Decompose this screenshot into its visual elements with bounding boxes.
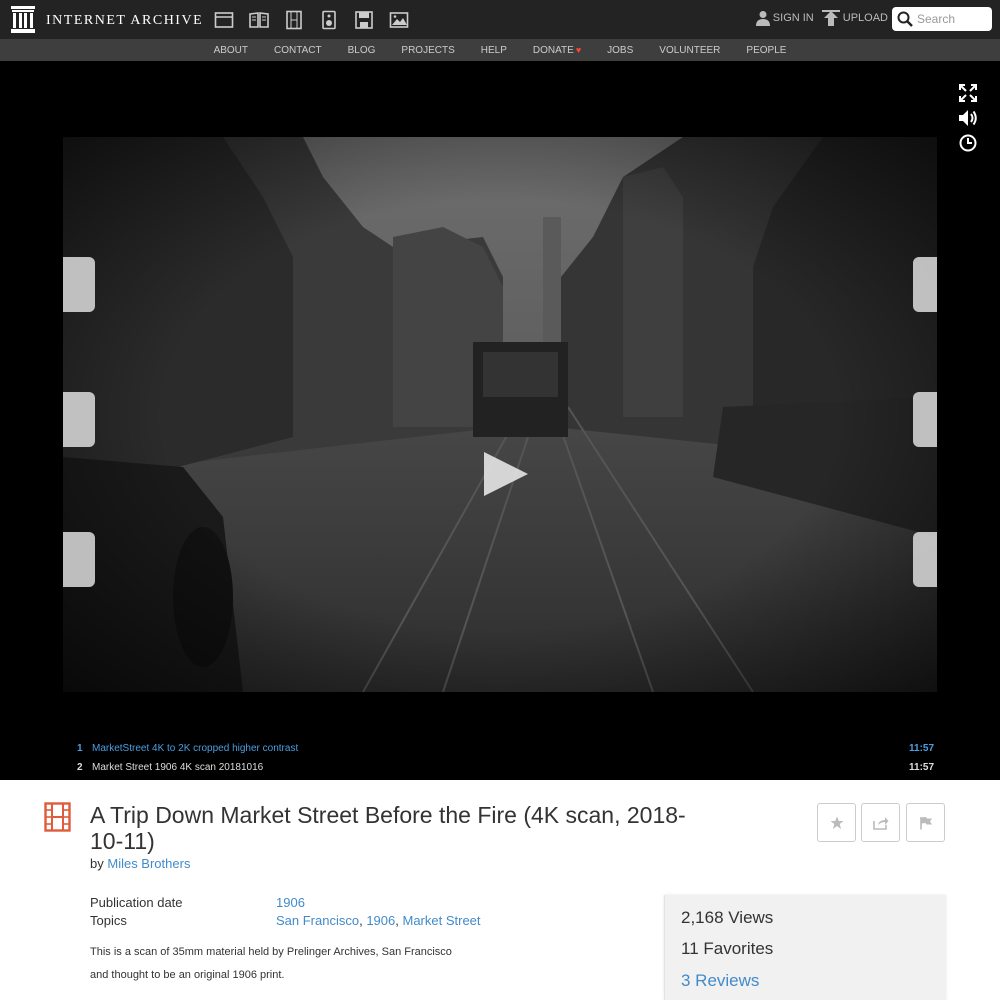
- clock-icon[interactable]: [958, 133, 978, 153]
- fullscreen-icon[interactable]: [958, 83, 978, 103]
- playlist-item-duration: 11:57: [909, 761, 935, 773]
- top-bar: INTERNET ARCHIVE SIGN IN UPLOAD Search: [0, 0, 1000, 39]
- publication-date-link[interactable]: 1906: [276, 895, 305, 910]
- web-icon[interactable]: [214, 10, 234, 30]
- nav-people[interactable]: PEOPLE: [746, 45, 786, 56]
- auth-links: SIGN IN UPLOAD: [748, 10, 888, 26]
- star-icon: [830, 816, 843, 829]
- description-line: This is a scan of 35mm material held by …: [90, 946, 452, 958]
- volume-icon[interactable]: [958, 108, 978, 128]
- search-input[interactable]: [917, 12, 989, 26]
- audio-icon[interactable]: [319, 10, 339, 30]
- heart-icon: ♥: [575, 45, 582, 55]
- metadata-value: 1906: [276, 895, 305, 910]
- logo-text: INTERNET ARCHIVE: [46, 12, 204, 28]
- archive-building-icon: [11, 6, 35, 33]
- video-frame[interactable]: [63, 137, 937, 692]
- share-icon: [872, 816, 888, 830]
- item-stats-panel: 2,168 Views 11 Favorites 3 Reviews: [664, 895, 946, 1000]
- search-box[interactable]: [892, 7, 992, 31]
- sign-in-link[interactable]: SIGN IN: [755, 10, 814, 26]
- flag-button[interactable]: [906, 803, 945, 842]
- texts-icon[interactable]: [249, 10, 269, 30]
- internet-archive-logo[interactable]: INTERNET ARCHIVE: [10, 6, 203, 33]
- by-label: by: [90, 856, 104, 871]
- reviews-link[interactable]: 3 Reviews: [681, 971, 759, 991]
- topic-link[interactable]: Market Street: [402, 913, 480, 928]
- nav-about[interactable]: ABOUT: [214, 45, 248, 56]
- playlist-item-number: 1: [77, 742, 83, 754]
- playlist-item-title[interactable]: MarketStreet 4K to 2K cropped higher con…: [92, 743, 298, 754]
- share-button[interactable]: [861, 803, 900, 842]
- upload-link[interactable]: UPLOAD: [821, 10, 888, 26]
- favorite-button[interactable]: [817, 803, 856, 842]
- views-count: 2,168 Views: [681, 908, 774, 927]
- nav-projects[interactable]: PROJECTS: [401, 45, 454, 56]
- metadata-key: Publication date: [90, 895, 183, 910]
- metadata-value: San Francisco, 1906, Market Street: [276, 913, 481, 928]
- byline: by Miles Brothers: [90, 856, 190, 871]
- video-still: [63, 137, 937, 692]
- nav-donate[interactable]: DONATE ♥: [533, 45, 581, 56]
- secondary-nav: ABOUT CONTACT BLOG PROJECTS HELP DONATE ♥…: [0, 39, 1000, 61]
- creator-link[interactable]: Miles Brothers: [107, 856, 190, 871]
- topic-link[interactable]: 1906: [366, 913, 395, 928]
- nav-blog[interactable]: BLOG: [348, 45, 376, 56]
- description-line: and thought to be an original 1906 print…: [90, 969, 285, 981]
- play-icon[interactable]: [482, 450, 530, 498]
- item-title: A Trip Down Market Street Before the Fir…: [90, 802, 686, 854]
- playlist-item[interactable]: 1 MarketStreet 4K to 2K cropped higher c…: [0, 739, 1000, 757]
- upload-label: UPLOAD: [842, 12, 888, 24]
- metadata-key: Topics: [90, 913, 127, 928]
- nav-volunteer[interactable]: VOLUNTEER: [659, 45, 720, 56]
- search-icon[interactable]: [897, 11, 913, 27]
- playlist-item-duration: 11:57: [909, 742, 935, 754]
- flag-icon: [919, 816, 932, 829]
- favorites-count: 11 Favorites: [681, 939, 774, 958]
- media-type-icons: [214, 10, 424, 30]
- upload-icon: [821, 10, 840, 26]
- topic-link[interactable]: San Francisco: [276, 913, 359, 928]
- nav-contact[interactable]: CONTACT: [274, 45, 322, 56]
- video-icon[interactable]: [284, 10, 304, 30]
- user-icon: [755, 11, 770, 26]
- sign-in-label: SIGN IN: [772, 12, 814, 24]
- nav-jobs[interactable]: JOBS: [607, 45, 633, 56]
- software-icon[interactable]: [354, 10, 374, 30]
- playlist-item-number: 2: [77, 761, 83, 773]
- playlist-item[interactable]: 2 Market Street 1906 4K scan 20181016 11…: [0, 758, 1000, 776]
- images-icon[interactable]: [389, 10, 409, 30]
- video-player: 1 MarketStreet 4K to 2K cropped higher c…: [0, 61, 1000, 780]
- nav-help[interactable]: HELP: [481, 45, 507, 56]
- playlist-item-title[interactable]: Market Street 1906 4K scan 20181016: [92, 762, 263, 773]
- movie-type-icon: [44, 802, 71, 832]
